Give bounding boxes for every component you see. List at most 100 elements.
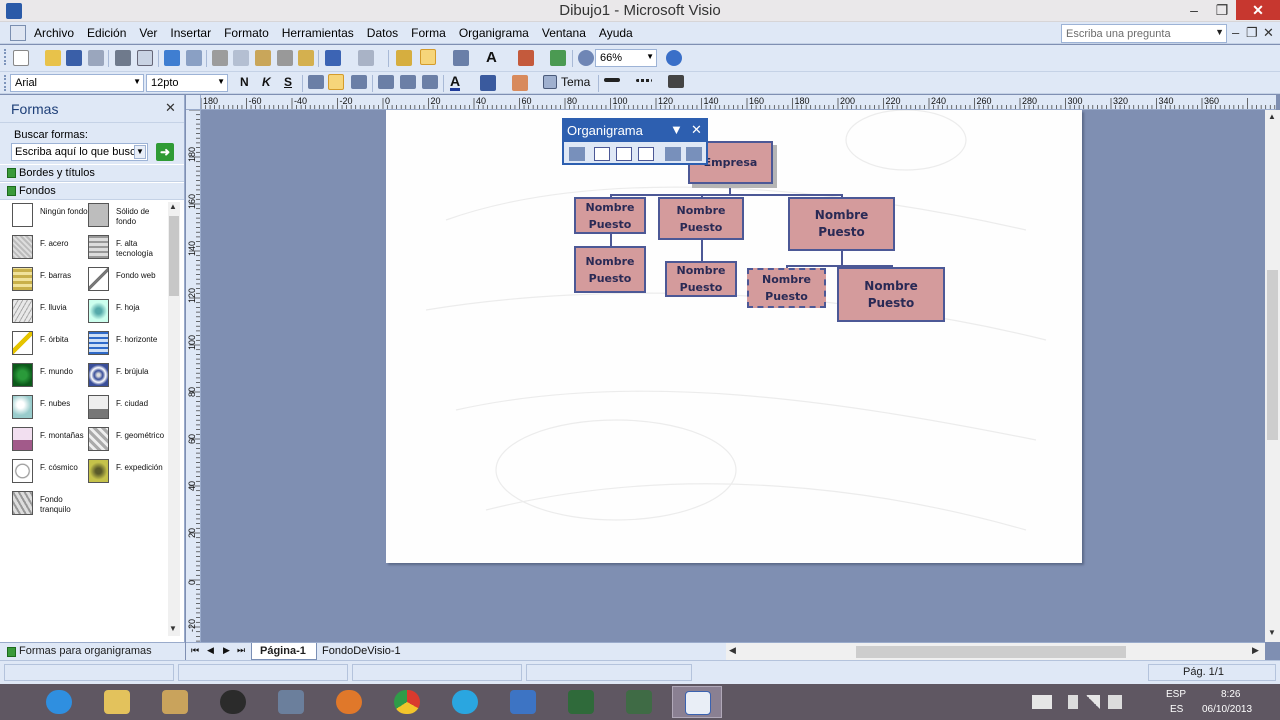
stencil-fondos[interactable]: Fondos: [0, 183, 184, 200]
skype-taskbar-button[interactable]: [440, 686, 490, 718]
search-go-button[interactable]: ➜: [156, 143, 174, 161]
stencil-shape-item[interactable]: F. cósmico: [12, 458, 94, 488]
shapes-icon[interactable]: [396, 50, 412, 66]
toolbar-grip[interactable]: [4, 49, 7, 65]
help-icon[interactable]: [666, 50, 682, 66]
delete-icon[interactable]: [277, 50, 293, 66]
research-icon[interactable]: [186, 50, 202, 66]
scroll-down-icon[interactable]: ▼: [1268, 628, 1276, 637]
volume-icon[interactable]: [1108, 695, 1122, 709]
doc-minimize-icon[interactable]: ‒: [1232, 25, 1239, 40]
menu-archivo[interactable]: Archivo: [34, 26, 74, 40]
stencil-shape-item[interactable]: Ningún fondo: [12, 202, 94, 232]
menu-formato[interactable]: Formato: [224, 26, 269, 40]
drawing-area[interactable]: Empresa Nombre Puesto Nombre Puesto Nomb…: [201, 110, 1265, 642]
decrease-indent-icon[interactable]: [400, 75, 416, 89]
organigrama-toolbar-header[interactable]: Organigrama ▼ ✕: [564, 120, 706, 142]
menu-datos[interactable]: Datos: [367, 26, 398, 40]
firefox-taskbar-button[interactable]: [324, 686, 374, 718]
minimize-button[interactable]: ‒: [1180, 0, 1208, 20]
zoom-select[interactable]: 66% ▼: [595, 49, 657, 67]
clock-time[interactable]: 8:26: [1221, 689, 1240, 700]
app-taskbar-button[interactable]: [150, 686, 200, 718]
font-dropdown-icon[interactable]: ▼: [133, 77, 141, 86]
action-center-icon[interactable]: [1068, 695, 1078, 709]
next-page-icon[interactable]: ▶: [223, 645, 230, 656]
align-left-icon[interactable]: [308, 75, 324, 89]
doc-restore-icon[interactable]: ❐: [1246, 25, 1258, 41]
scroll-left-icon[interactable]: ◀: [729, 645, 736, 656]
search-shapes-input[interactable]: Escriba aquí lo que busca ▼: [11, 143, 148, 161]
scroll-up-icon[interactable]: ▲: [169, 202, 177, 211]
move-right-icon[interactable]: [686, 147, 702, 161]
line-ends-icon[interactable]: [668, 75, 684, 88]
line-weight-icon[interactable]: [604, 78, 620, 82]
format-painter-icon[interactable]: [298, 50, 314, 66]
pan-zoom-icon[interactable]: [578, 50, 594, 66]
first-page-icon[interactable]: ⏮: [191, 645, 199, 656]
save-icon[interactable]: [66, 50, 82, 66]
scroll-up-icon[interactable]: ▲: [1268, 112, 1276, 121]
font-size-dropdown-icon[interactable]: ▼: [217, 77, 225, 86]
scroll-down-icon[interactable]: ▼: [169, 624, 177, 633]
zoom-dropdown-icon[interactable]: ▼: [646, 52, 654, 61]
stencil-shape-item[interactable]: Fondo web: [88, 266, 168, 296]
fill-color-icon[interactable]: [512, 75, 528, 91]
scroll-thumb[interactable]: [1267, 270, 1278, 440]
language-bottom[interactable]: ES: [1170, 704, 1183, 715]
stencil-shape-item[interactable]: F. nubes: [12, 394, 94, 424]
stencil-bordes-y-titulos[interactable]: Bordes y títulos: [0, 165, 184, 182]
line-pattern-icon[interactable]: [636, 79, 652, 82]
visio-taskbar-button[interactable]: [672, 686, 722, 718]
connector-tool-icon[interactable]: [453, 50, 469, 66]
stencil-shape-item[interactable]: F. acero: [12, 234, 94, 264]
maximize-button[interactable]: ❐: [1208, 0, 1236, 20]
font-size-select[interactable]: 12pto ▼: [146, 74, 228, 92]
scroll-thumb[interactable]: [856, 646, 1126, 658]
vertical-scrollbar[interactable]: ▲ ▼: [1265, 110, 1280, 642]
pointer-tool-icon[interactable]: [420, 49, 436, 65]
scroll-right-icon[interactable]: ▶: [1252, 645, 1259, 656]
side-layout-icon[interactable]: [638, 147, 654, 161]
org-node-position[interactable]: Nombre Puesto: [574, 197, 646, 234]
network-icon[interactable]: [1086, 695, 1100, 709]
drawing-page[interactable]: Empresa Nombre Puesto Nombre Puesto Nomb…: [386, 110, 1082, 563]
org-node-position[interactable]: Nombre Puesto: [658, 197, 744, 240]
search-dropdown-icon[interactable]: ▼: [134, 145, 146, 159]
help-dropdown-icon[interactable]: ▼: [1215, 27, 1224, 37]
ie-taskbar-button[interactable]: [34, 686, 84, 718]
stencil-shape-item[interactable]: Sólido de fondo: [88, 202, 168, 232]
tab-fondo-de-visio[interactable]: FondoDeVisio-1: [314, 643, 411, 660]
app-taskbar-button[interactable]: [266, 686, 316, 718]
doc-close-icon[interactable]: ✕: [1263, 25, 1274, 41]
cut-icon[interactable]: [212, 50, 228, 66]
explorer-taskbar-button[interactable]: [92, 686, 142, 718]
italic-button[interactable]: K: [262, 75, 271, 89]
menu-ver[interactable]: Ver: [139, 26, 157, 40]
tab-pagina-1[interactable]: Página-1: [251, 643, 317, 660]
menu-ayuda[interactable]: Ayuda: [599, 26, 633, 40]
pencil-tool-icon[interactable]: [518, 50, 534, 66]
org-node-position-selected[interactable]: Nombre Puesto: [747, 268, 826, 308]
scroll-thumb[interactable]: [169, 216, 179, 296]
theme-button[interactable]: Tema: [561, 75, 590, 89]
speaker-app-taskbar-button[interactable]: [208, 686, 258, 718]
line-color-icon[interactable]: [480, 75, 496, 91]
stencil-shape-item[interactable]: Fondo tranquilo: [12, 490, 94, 520]
font-color-icon[interactable]: A: [450, 74, 461, 91]
stencil-shape-item[interactable]: F. horizonte: [88, 330, 168, 360]
layout-icon[interactable]: [569, 147, 585, 161]
align-right-icon[interactable]: [351, 75, 367, 89]
horizontal-ruler[interactable]: 180 -60 -40 -20 0 20 40 60 80 100 120 140 160 180 200 2…: [201, 95, 1276, 110]
clock-date[interactable]: 06/10/2013: [1202, 704, 1252, 715]
theme-icon[interactable]: [543, 75, 557, 89]
permissions-icon[interactable]: [88, 50, 104, 66]
open-icon[interactable]: [45, 50, 61, 66]
help-search-input[interactable]: Escriba una pregunta ▼: [1061, 24, 1227, 43]
vertical-ruler[interactable]: 180 160 140 120 100 80 60 40 20 0 -20: [186, 110, 201, 642]
bold-button[interactable]: N: [240, 75, 249, 89]
move-left-icon[interactable]: [665, 147, 681, 161]
menu-herramientas[interactable]: Herramientas: [282, 26, 354, 40]
toolbar-grip[interactable]: [4, 75, 7, 91]
stencil-shape-item[interactable]: F. geométrico: [88, 426, 168, 456]
